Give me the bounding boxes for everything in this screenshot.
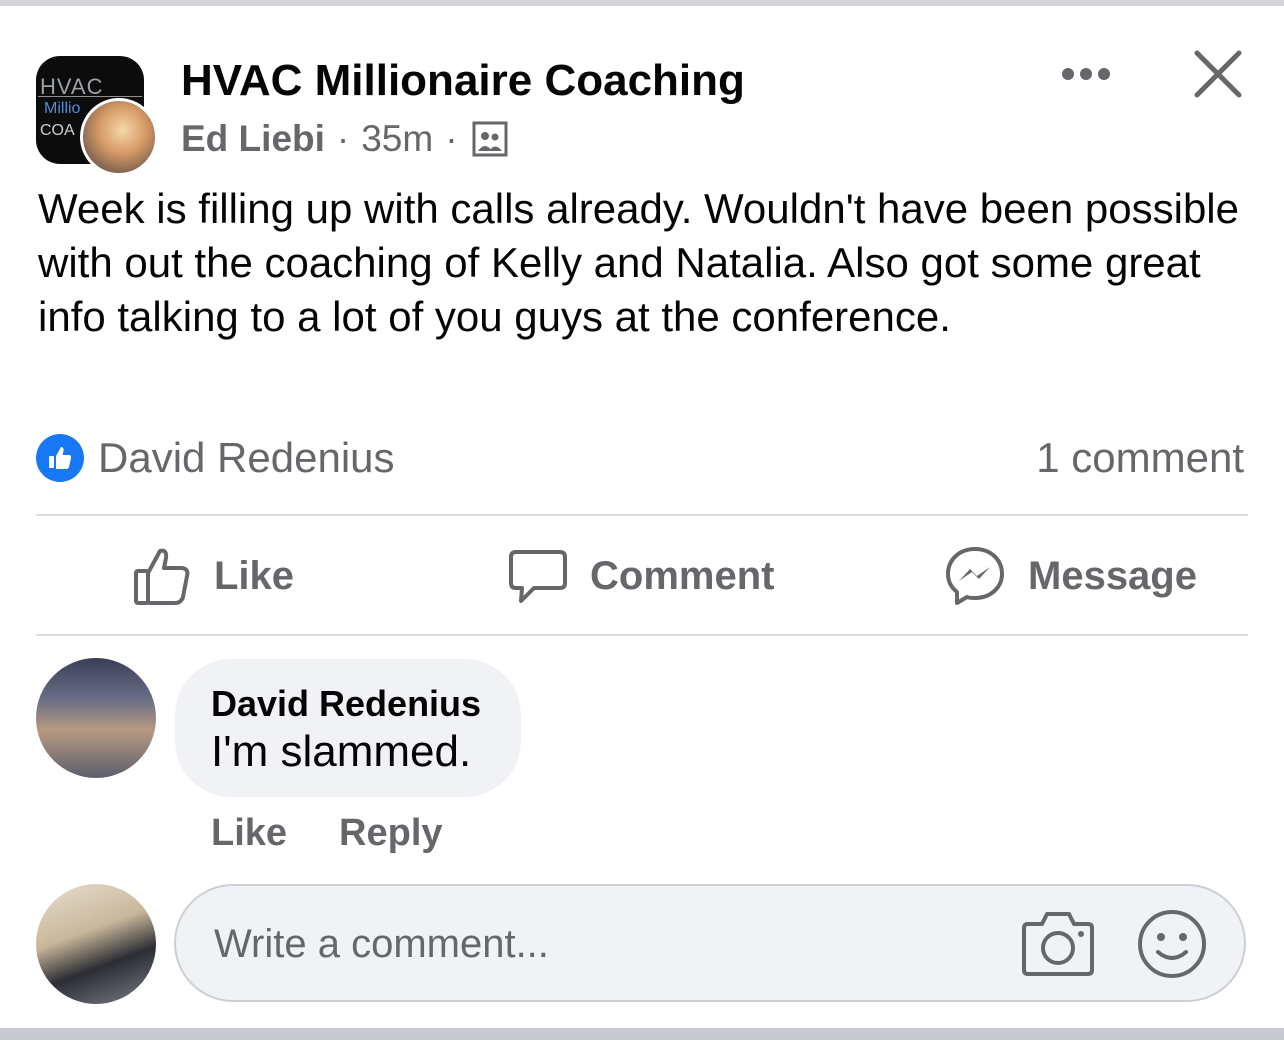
like-button[interactable]: Like — [132, 540, 294, 612]
message-button[interactable]: Message — [944, 540, 1197, 612]
close-icon — [1194, 50, 1242, 98]
comment-input[interactable] — [212, 910, 976, 978]
comment-icon — [509, 550, 567, 603]
close-button[interactable] — [1192, 48, 1244, 100]
commenter-avatar[interactable] — [36, 658, 156, 778]
author-name[interactable]: Ed Liebi — [181, 118, 325, 160]
message-label: Message — [1028, 553, 1197, 598]
divider — [36, 514, 1248, 516]
reactions-summary[interactable]: David Redenius — [36, 434, 395, 482]
group-logo-text: Millio — [44, 100, 81, 117]
group-name[interactable]: HVAC Millionaire Coaching — [181, 56, 745, 106]
comment-bubble: David Redenius I'm slammed. — [175, 659, 521, 797]
thumbs-up-icon — [134, 548, 190, 605]
comment-count[interactable]: 1 comment — [1036, 434, 1244, 482]
like-label: Like — [214, 553, 295, 598]
comment-reply-button[interactable]: Reply — [339, 812, 442, 855]
like-reaction-icon — [36, 434, 84, 482]
group-members-icon — [472, 121, 508, 157]
camera-button[interactable] — [1020, 908, 1096, 978]
top-edge — [0, 0, 1284, 6]
post-body: Week is filling up with calls already. W… — [38, 185, 1239, 340]
comment-like-button[interactable]: Like — [211, 812, 287, 855]
comment-text: I'm slammed. — [211, 727, 472, 776]
messenger-icon — [946, 547, 1004, 605]
emoji-icon — [1138, 910, 1206, 978]
meta-separator: · — [336, 118, 350, 159]
comment-button[interactable]: Comment — [508, 540, 774, 612]
emoji-button[interactable] — [1136, 908, 1208, 980]
commenter-name[interactable]: David Redenius — [211, 683, 481, 725]
post-time[interactable]: 35m — [361, 118, 433, 160]
more-options-button[interactable] — [1058, 56, 1114, 92]
more-icon — [1062, 68, 1110, 80]
post-meta: Ed Liebi · 35m · — [181, 118, 508, 160]
group-logo-text: COA — [40, 122, 75, 139]
comment-actions: Like Reply — [211, 812, 495, 855]
current-user-avatar — [36, 884, 156, 1004]
bottom-edge — [0, 1028, 1284, 1040]
comment-label: Comment — [590, 553, 775, 598]
meta-separator: · — [445, 118, 458, 159]
camera-icon — [1022, 912, 1094, 976]
divider — [36, 634, 1248, 636]
reactor-name: David Redenius — [98, 434, 395, 481]
comment-composer[interactable] — [174, 884, 1246, 1002]
author-avatar[interactable] — [80, 98, 158, 176]
